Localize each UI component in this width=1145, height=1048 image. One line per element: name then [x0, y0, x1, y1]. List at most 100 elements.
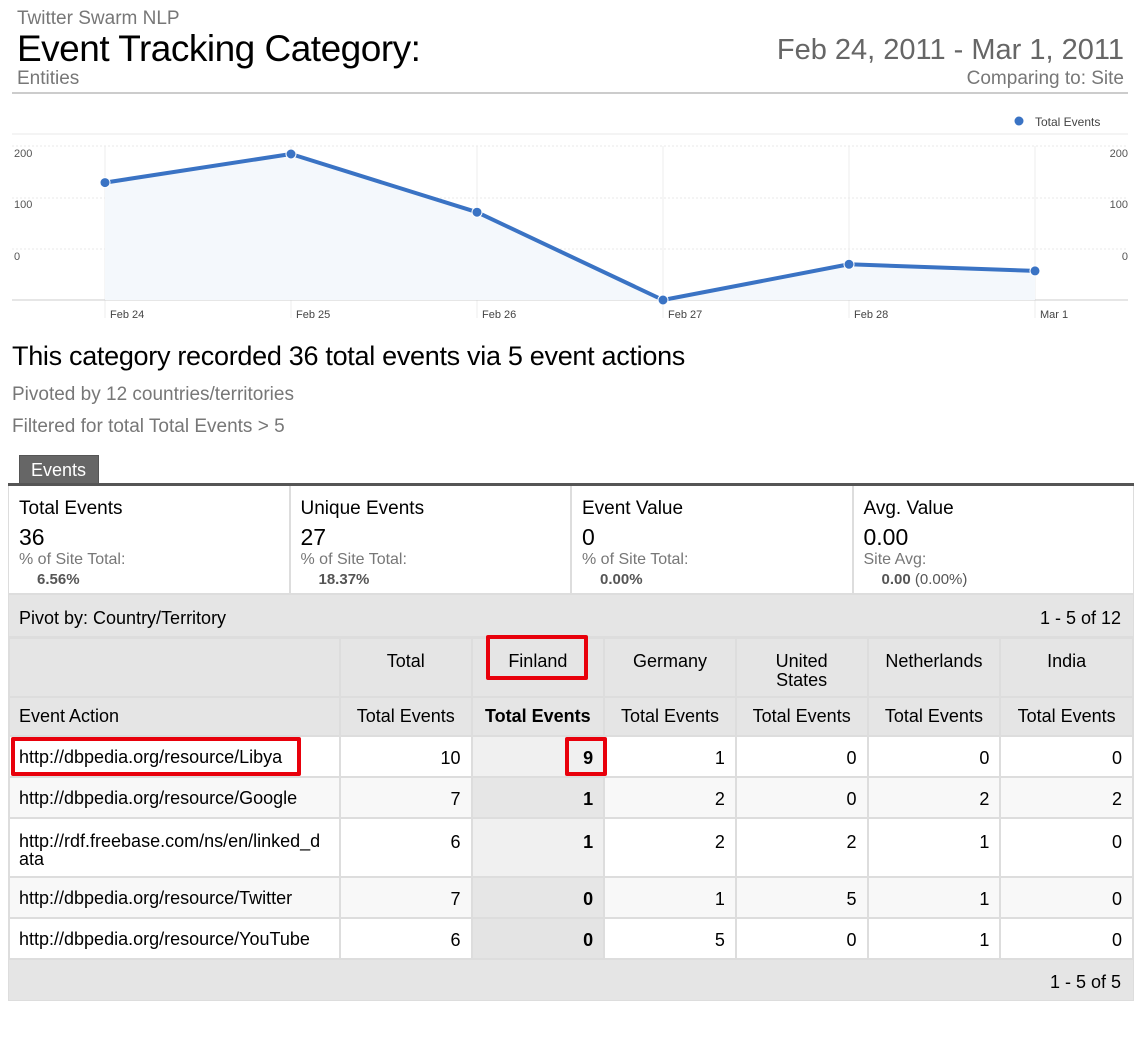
line-chart: 200 100 0 200 100 0 Feb 24 Feb 25 Feb 26 Feb 27 Fe… [12, 115, 1128, 321]
table-cell: 1 [603, 876, 737, 919]
table-cell: 2 [734, 817, 869, 878]
row-pagination: 1 - 5 of 5 [1049, 972, 1121, 992]
filter-summary: Filtered for total Total Events > 5 [12, 416, 285, 437]
metric-header[interactable]: Total Events [470, 696, 606, 737]
table-cell: 5 [734, 876, 869, 919]
table-cell: 0 [734, 776, 869, 819]
table-cell: 1 [866, 876, 1002, 919]
table-cell: 9 [470, 735, 606, 778]
table-cell: 6 [338, 817, 473, 878]
event-action-link[interactable]: http://dbpedia.org/resource/Libya [8, 735, 341, 778]
column-header-germany[interactable]: Germany [603, 637, 737, 698]
table-footer: 1 - 5 of 5 [8, 959, 1134, 1001]
table-cell: 0 [999, 817, 1134, 878]
table-cell: 2 [999, 776, 1134, 819]
column-header-united-states[interactable]: United States [734, 637, 869, 698]
metric-event-value: Event Value 0 % of Site Total: 0.00% [572, 486, 854, 593]
category-name: Entities [17, 68, 80, 89]
metric-header[interactable]: Total Events [734, 696, 869, 737]
table-row: http://dbpedia.org/resource/YouTube 6 0 … [8, 917, 1134, 960]
table-cell: 5 [603, 917, 737, 960]
table-row: http://dbpedia.org/resource/Libya 10 9 1… [8, 735, 1134, 778]
column-header-finland[interactable]: Finland [470, 637, 606, 698]
column-header-total[interactable]: Total [338, 637, 473, 698]
data-point [99, 177, 111, 189]
metric-label: Event Value [582, 498, 684, 519]
metric-header[interactable]: Total Events [866, 696, 1002, 737]
table-cell: 0 [734, 735, 869, 778]
table-cell: 10 [338, 735, 473, 778]
table-cell: 2 [866, 776, 1002, 819]
y-tick-label-right: 200 [1110, 148, 1128, 160]
metric-pct: 18.37% [318, 571, 370, 588]
table-cell: 1 [470, 817, 606, 878]
table-cell: 2 [603, 817, 737, 878]
table-row: http://rdf.freebase.com/ns/en/linked_dat… [8, 817, 1134, 878]
page-title: Event Tracking Category: [17, 28, 421, 69]
tab-events[interactable]: Events [19, 455, 99, 484]
data-point [657, 294, 669, 306]
column-header-netherlands[interactable]: Netherlands [866, 637, 1002, 698]
table-cell: 1 [603, 735, 737, 778]
y-tick-label-right: 0 [1122, 251, 1128, 263]
date-range[interactable]: Feb 24, 2011 - Mar 1, 2011 [777, 34, 1124, 67]
x-tick-label: Feb 28 [854, 309, 888, 321]
data-point [471, 206, 483, 218]
summary-headline: This category recorded 36 total events v… [12, 341, 685, 371]
data-grid: Total Finland Germany United States Neth… [8, 637, 1134, 960]
event-action-link[interactable]: http://rdf.freebase.com/ns/en/linked_dat… [8, 817, 341, 878]
table-cell: 0 [470, 917, 606, 960]
table-cell: 6 [338, 917, 473, 960]
metric-value: 0.00 [863, 524, 909, 550]
x-tick-label: Mar 1 [1040, 309, 1068, 321]
metrics-scorecard: Total Events 36 % of Site Total: 6.56% U… [8, 486, 1134, 594]
table-cell: 1 [470, 776, 606, 819]
table-cell: 0 [734, 917, 869, 960]
metric-pct-extra: (0.00%) [910, 571, 968, 588]
legend-label: Total Events [1035, 115, 1100, 129]
metric-pct-label: % of Site Total: [582, 551, 689, 568]
metric-avg-value: Avg. Value 0.00 Site Avg: 0.00 (0.00%) [854, 486, 1134, 593]
metric-label: Unique Events [300, 498, 425, 519]
event-action-header[interactable]: Event Action [8, 696, 341, 737]
report-header: Twitter Swarm NLP Event Tracking Categor… [12, 8, 1128, 94]
event-action-link[interactable]: http://dbpedia.org/resource/Twitter [8, 876, 341, 919]
metric-unique-events: Unique Events 27 % of Site Total: 18.37% [291, 486, 572, 593]
metric-value: 27 [300, 524, 327, 550]
metric-pct: 0.00 [881, 571, 911, 588]
column-header-label: United States [775, 651, 828, 690]
empty-header-cell [8, 637, 341, 698]
x-tick-label: Feb 25 [296, 309, 330, 321]
pivot-summary: Pivoted by 12 countries/territories [12, 384, 294, 405]
event-action-link[interactable]: http://dbpedia.org/resource/YouTube [8, 917, 341, 960]
metric-header[interactable]: Total Events [338, 696, 473, 737]
metric-pct: 0.00% [600, 571, 643, 588]
table-cell: 7 [338, 876, 473, 919]
metric-header[interactable]: Total Events [603, 696, 737, 737]
x-tick-label: Feb 26 [482, 309, 516, 321]
metric-pct-label: % of Site Total: [300, 551, 407, 568]
metric-label: Avg. Value [863, 498, 954, 519]
table-cell: 1 [866, 817, 1002, 878]
metric-pct-label: % of Site Total: [19, 551, 126, 568]
pivot-table: Pivot by: Country/Territory 1 - 5 of 12 … [8, 594, 1134, 1002]
y-tick-label-left: 100 [14, 199, 32, 211]
data-point [285, 148, 297, 160]
column-header-india[interactable]: India [999, 637, 1134, 698]
metric-pct: 6.56% [37, 571, 80, 588]
event-action-text: http://rdf.freebase.com/ns/en/linked_dat… [19, 831, 321, 869]
pivot-by-selector[interactable]: Pivot by: Country/Territory [19, 608, 226, 629]
table-cell: 2 [603, 776, 737, 819]
table-cell: 1 [866, 917, 1002, 960]
table-cell: 7 [338, 776, 473, 819]
table-cell: 0 [866, 735, 1002, 778]
table-cell: 0 [999, 735, 1134, 778]
x-tick-label: Feb 27 [668, 309, 702, 321]
table-row: http://dbpedia.org/resource/Twitter 7 0 … [8, 876, 1134, 919]
site-name: Twitter Swarm NLP [17, 8, 180, 29]
y-tick-label-left: 200 [14, 148, 32, 160]
metric-header[interactable]: Total Events [999, 696, 1134, 737]
event-action-link[interactable]: http://dbpedia.org/resource/Google [8, 776, 341, 819]
x-tick-label: Feb 24 [110, 309, 144, 321]
metric-label: Total Events [19, 498, 123, 519]
